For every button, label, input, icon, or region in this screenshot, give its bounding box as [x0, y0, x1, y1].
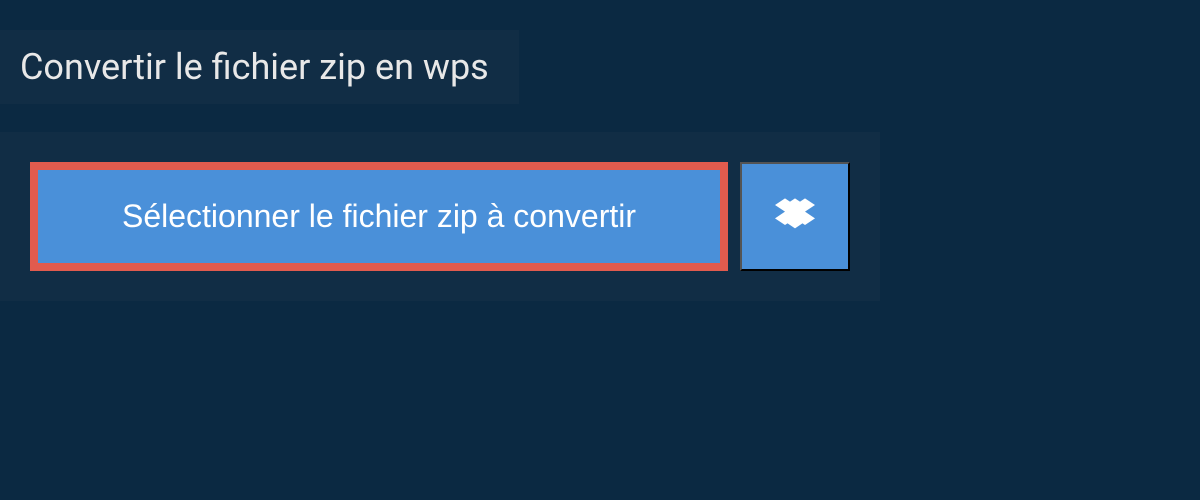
page-title: Convertir le fichier zip en wps — [20, 46, 489, 88]
upload-panel: Sélectionner le fichier zip à convertir — [0, 132, 880, 301]
dropbox-icon — [775, 195, 815, 238]
select-file-button[interactable]: Sélectionner le fichier zip à convertir — [30, 162, 728, 271]
dropbox-button[interactable] — [740, 162, 850, 271]
header-tab: Convertir le fichier zip en wps — [0, 30, 519, 104]
select-file-button-label: Sélectionner le fichier zip à convertir — [122, 198, 636, 235]
